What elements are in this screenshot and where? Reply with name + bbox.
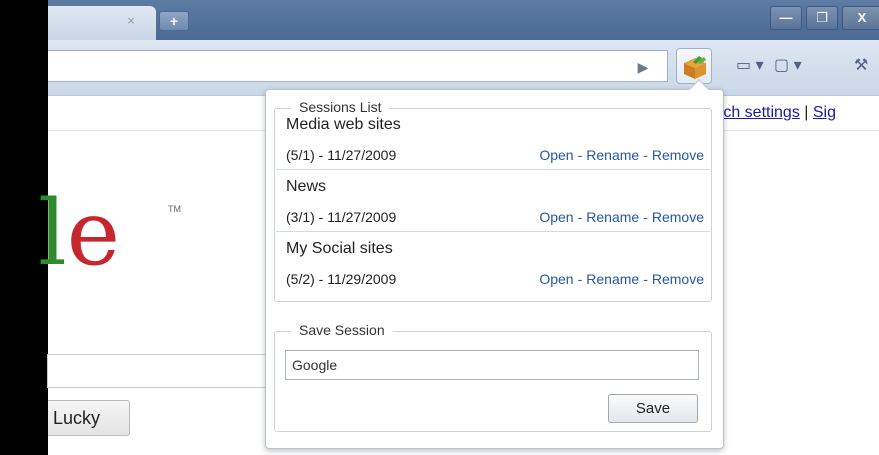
session-row: My Social sites (5/2) - 11/29/2009 Open -… [276, 233, 710, 294]
browser-window: × + — ❐ X ▶ ▭ ▾ ▢ ▾ ⚒ rch settings | Sig… [0, 0, 879, 455]
action-separator: - [577, 209, 583, 225]
logo-letter-l: l [38, 181, 67, 286]
session-remove-link[interactable]: Remove [652, 271, 704, 287]
tab-close-icon[interactable]: × [124, 14, 138, 28]
save-session-button[interactable]: Save [608, 394, 698, 423]
logo-trademark: TM [168, 204, 181, 214]
session-open-link[interactable]: Open [539, 271, 573, 287]
session-name: My Social sites [286, 240, 393, 257]
session-rename-link[interactable]: Rename [586, 271, 639, 287]
minimize-button[interactable]: — [770, 6, 802, 30]
maximize-button[interactable]: ❐ [806, 6, 838, 30]
session-manager-extension-button[interactable] [676, 48, 712, 84]
sign-in-link[interactable]: Sig [813, 104, 836, 121]
action-separator: - [577, 271, 583, 287]
page-action-icon[interactable]: ▭ ▾ [736, 54, 764, 78]
tab-strip: × + — ❐ X [48, 0, 879, 40]
session-remove-link[interactable]: Remove [652, 209, 704, 225]
browser-toolbar: ▶ ▭ ▾ ▢ ▾ ⚒ [48, 40, 879, 96]
action-separator: - [643, 147, 648, 163]
session-date: (3/1) - 11/27/2009 [286, 209, 397, 225]
session-row: News (3/1) - 11/27/2009 Open - Rename - Remo… [276, 171, 710, 232]
session-actions: Open - Rename - Remove [539, 271, 704, 287]
session-open-link[interactable]: Open [539, 209, 573, 225]
session-row: Media web sites (5/1) - 11/27/2009 Open -… [276, 109, 710, 170]
google-logo: le [38, 184, 120, 284]
active-tab[interactable]: × [48, 6, 156, 40]
sessions-list-group: Sessions List Media web sites (5/1) - 11… [274, 99, 712, 302]
action-separator: - [643, 209, 648, 225]
search-settings-link[interactable]: rch settings [718, 104, 800, 121]
session-date: (5/2) - 11/29/2009 [286, 271, 397, 287]
address-bar[interactable] [48, 50, 668, 82]
box-extension-icon [684, 56, 706, 79]
session-name: News [286, 178, 327, 195]
session-actions: Open - Rename - Remove [539, 209, 704, 225]
wrench-icon[interactable]: ⚒ [854, 54, 868, 78]
action-separator: - [643, 271, 648, 287]
session-actions: Open - Rename - Remove [539, 147, 704, 163]
session-rename-link[interactable]: Rename [586, 147, 639, 163]
feeling-lucky-button[interactable]: Lucky [48, 400, 130, 436]
go-arrow-icon[interactable]: ▶ [630, 56, 656, 78]
session-remove-link[interactable]: Remove [652, 147, 704, 163]
session-date: (5/1) - 11/27/2009 [286, 147, 397, 163]
save-session-legend: Save Session [291, 322, 393, 338]
session-name-input[interactable] [285, 350, 699, 380]
session-name: Media web sites [286, 116, 401, 133]
action-separator: - [577, 147, 583, 163]
save-session-group: Save Session Save [274, 322, 712, 432]
session-rename-link[interactable]: Rename [586, 209, 639, 225]
close-window-button[interactable]: X [842, 6, 879, 30]
page-menu-icon[interactable]: ▢ ▾ [774, 54, 802, 78]
top-links: rch settings | Sig [718, 104, 836, 122]
session-open-link[interactable]: Open [539, 147, 573, 163]
logo-letter-e: e [66, 181, 121, 286]
link-separator: | [799, 104, 813, 121]
session-manager-popup: Sessions List Media web sites (5/1) - 11… [265, 79, 724, 449]
new-tab-button[interactable]: + [159, 11, 189, 31]
